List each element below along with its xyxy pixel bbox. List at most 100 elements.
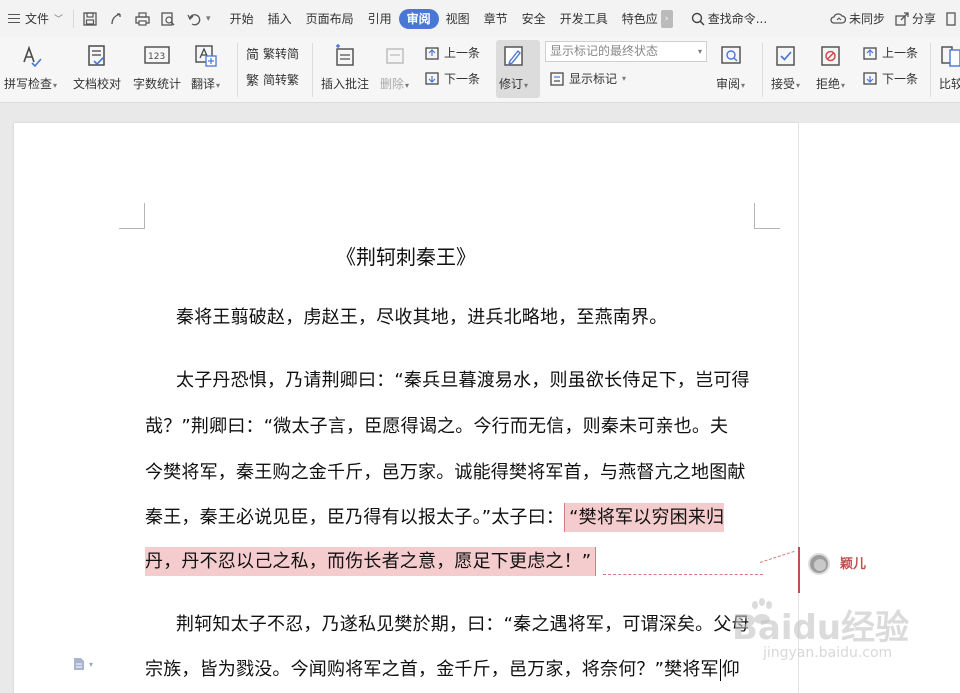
spell-check-icon [18,43,44,69]
doc-proof-button[interactable]: 文档校对 [73,37,121,92]
review-pane-label: 审阅 [716,77,741,91]
reject-label: 拒绝 [816,77,841,91]
page-corner-mark [754,203,780,229]
compare-button[interactable]: 比较 [938,37,960,92]
word-count-icon: 123 [144,43,170,69]
spell-check-button[interactable]: 拼写检查▾ [4,37,57,92]
watermark-text: Baidu经验 [732,608,910,648]
accept-icon [773,43,799,69]
save-icon[interactable] [80,10,100,28]
undo-dropdown-icon[interactable]: ▾ [206,14,211,24]
next-comment-button[interactable]: 下一条 [424,70,480,87]
prev-comment-label: 上一条 [444,46,481,60]
trad-to-simp-button[interactable]: 简 繁转简 [246,44,299,63]
doc-paragraph-line: 太子丹恐惧，乃请荆卿曰：“秦兵旦暮渡易水，则虽欲长侍足下，岂可得 [176,370,750,391]
tab-developer[interactable]: 开发工具 [553,9,615,29]
show-markup-button[interactable]: 显示标记 ▾ [549,70,626,87]
doc-paragraph-line: 荆轲知太子不忍，乃遂私见樊於期，曰：“秦之遇将军，可谓深矣。父母 [176,614,750,635]
translate-button[interactable]: 翻译▾ [191,37,220,92]
prev-comment-button[interactable]: 上一条 [424,44,480,61]
ribbon-tabs: 开始 插入 页面布局 引用 审阅 视图 章节 安全 开发工具 特色应 › [223,8,673,29]
doc-text-run: 秦王，秦王必说见臣，臣乃得有以报太子。”太子曰： [145,507,565,528]
commented-text[interactable]: 丹，丹不忍以己之私，而伤长者之意，愿足下更虑之！” [145,547,597,576]
ribbon-separator [237,43,238,97]
document-page[interactable]: 《荆轲刺秦王》 秦将王翦破赵，虏赵王，尽收其地，进兵北略地，至燕南界。 太子丹恐… [14,123,798,693]
review-pane-button[interactable]: 审阅▾ [716,37,745,92]
tab-review[interactable]: 审阅 [398,8,439,29]
chevron-down-icon: ▾ [697,47,702,56]
more-options-icon[interactable] [946,11,956,26]
share-button[interactable]: 分享 [895,10,936,27]
delete-comment-button[interactable]: 删除▾ [380,37,409,92]
doc-paragraph-line: 秦王，秦王必说见臣，臣乃得有以报太子。”太子曰： “樊将军以穷困来归 [145,503,725,532]
markup-display-select[interactable]: 显示标记的最终状态 ▾ [545,41,707,62]
word-count-label: 字数统计 [133,77,182,91]
next-change-button[interactable]: 下一条 [862,70,918,87]
tab-references[interactable]: 引用 [361,9,399,29]
document-title: 《荆轲刺秦王》 [336,245,476,269]
track-changes-button[interactable]: 修订▾ [499,37,528,92]
simp-to-trad-button[interactable]: 繁 简转繁 [246,70,299,89]
simp-to-trad-icon: 繁 [246,74,260,89]
ribbon-separator [930,43,931,97]
delete-comment-icon [382,43,408,69]
comment-author[interactable]: 颖儿 [840,553,866,572]
doc-proof-label: 文档校对 [73,77,122,91]
prev-comment-icon [425,46,439,60]
command-search[interactable]: 查找命令... [691,10,767,27]
print-preview-icon[interactable] [158,10,178,28]
cloud-sync-icon [830,13,846,24]
doc-text-run: 仰 [721,659,740,680]
tab-view[interactable]: 视图 [439,9,477,29]
next-change-label: 下一条 [882,72,919,86]
tabs-scroll-right-icon[interactable]: › [660,9,673,28]
commented-text[interactable]: “樊将军以穷困来归 [564,503,725,532]
accept-button[interactable]: 接受▾ [771,37,800,92]
tab-security[interactable]: 安全 [515,9,553,29]
print-icon[interactable] [132,10,152,28]
export-pdf-icon[interactable] [106,10,126,28]
avatar [808,553,830,575]
chevron-down-icon: ﹀ [54,15,64,25]
ribbon-separator [762,43,763,97]
simp-to-trad-label: 简转繁 [263,73,300,87]
comment-accent-bar [798,547,800,593]
undo-icon[interactable] [184,10,204,28]
search-icon [691,12,705,26]
page-corner-mark [119,203,145,229]
spell-check-label: 拼写检查 [4,77,53,91]
tab-page-layout[interactable]: 页面布局 [299,9,361,29]
tab-home[interactable]: 开始 [223,9,261,29]
tab-special[interactable]: 特色应 [615,9,665,29]
track-changes-icon [501,43,527,69]
ribbon-separator [312,43,313,97]
tab-insert[interactable]: 插入 [261,9,299,29]
hamburger-icon [8,14,20,23]
track-changes-label: 修订 [499,77,524,91]
file-menu-label: 文件 [25,12,50,26]
word-count-button[interactable]: 123 字数统计 [133,37,181,92]
doc-paragraph-line: 秦将王翦破赵，虏赵王，尽收其地，进兵北略地，至燕南界。 [176,307,668,328]
review-pane-icon [718,43,744,69]
translate-label: 翻译 [191,77,216,91]
compare-icon [938,43,960,69]
trad-to-simp-label: 繁转简 [263,47,300,61]
doc-text-run: 宗族，皆为戮没。今闻购将军之首，金千斤，邑万家，将奈何？”樊将军 [145,659,719,680]
text-cursor [719,659,721,681]
command-search-label: 查找命令... [707,12,768,26]
doc-paragraph-line: 丹，丹不忍以己之私，而伤长者之意，愿足下更虑之！” [145,547,597,576]
sync-status[interactable]: 未同步 [830,10,885,27]
compare-label: 比较 [938,77,960,91]
doc-proof-icon [84,43,110,69]
prev-change-label: 上一条 [882,46,919,60]
reject-button[interactable]: 拒绝▾ [816,37,845,92]
file-menu[interactable]: 文件 ﹀ [0,0,69,37]
translate-icon [193,43,219,69]
tab-chapter[interactable]: 章节 [477,9,515,29]
insert-comment-button[interactable]: 插入批注 [321,37,369,92]
doc-paragraph-line: 今樊将军，秦王购之金千斤，邑万家。诚能得樊将军首，与燕督亢之地图献 [145,462,746,483]
insert-comment-icon [332,43,358,69]
insert-comment-label: 插入批注 [321,77,370,91]
page-options-button[interactable]: ▾ [73,657,93,671]
prev-change-button[interactable]: 上一条 [862,44,918,61]
